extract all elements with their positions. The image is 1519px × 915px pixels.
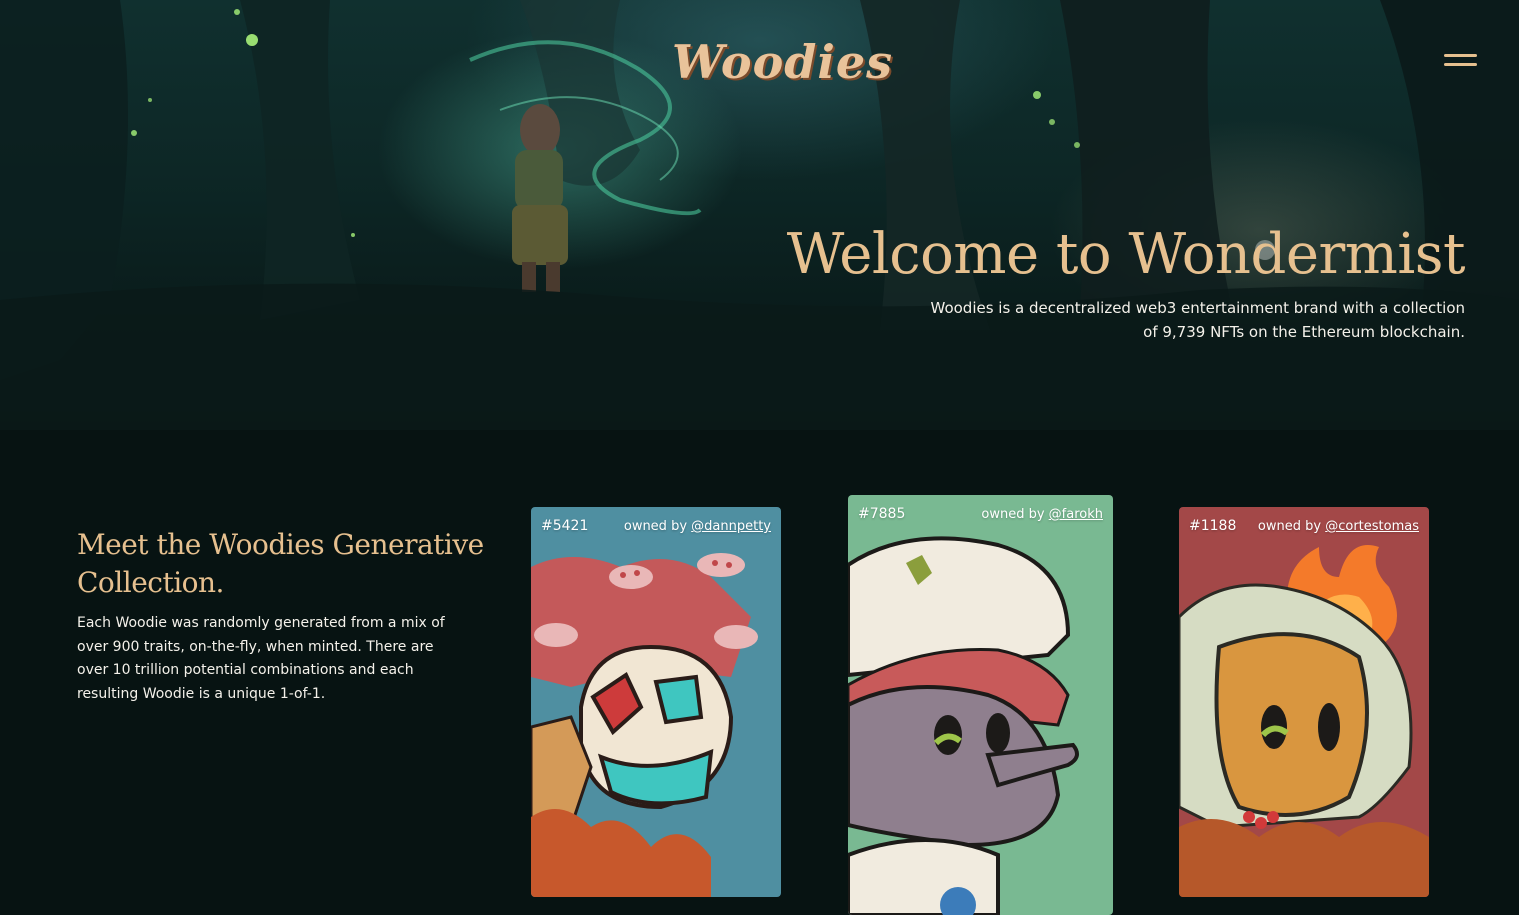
woodies-logo[interactable]: Woodies [672,34,892,90]
owned-by-label: owned by [1257,519,1322,534]
nft-owner: owned by @farokh [981,507,1103,522]
nft-id: #7885 [858,506,906,522]
collection-description: Each Woodie was randomly generated from … [77,615,445,702]
nft-card[interactable]: #1188 owned by @cortestomas [1179,507,1429,897]
hero-title: Welcome to Wondermist [786,222,1466,287]
owned-by-label: owned by [981,507,1045,522]
owner-link[interactable]: @cortestomas [1325,519,1419,534]
nft-owner: owned by @cortestomas [1258,519,1419,534]
menu-line [1444,54,1477,57]
hamburger-menu-icon[interactable] [1444,54,1478,70]
owner-link[interactable]: @dannpetty [691,519,771,534]
hero-description: Woodies is a decentralized web3 entertai… [930,299,1466,341]
woodie-artwork-image [848,536,1079,915]
owner-link[interactable]: @farokh [1049,507,1103,522]
menu-line [1444,63,1477,66]
collection-title: Meet the Woodies Generative Collection. [77,528,484,599]
hero-section: Woodies Welcome to Wondermist Woodies is… [0,0,1519,430]
woodie-artwork-image [1179,545,1429,897]
nft-id: #1188 [1189,518,1237,534]
owned-by-label: owned by [623,519,688,534]
nft-card[interactable]: #5421 owned by @dannpetty [531,507,781,897]
nft-owner: owned by @dannpetty [624,519,771,534]
nft-id: #5421 [541,518,589,534]
woodie-artwork-image [531,553,758,897]
nft-card[interactable]: #7885 owned by @farokh [848,495,1113,915]
